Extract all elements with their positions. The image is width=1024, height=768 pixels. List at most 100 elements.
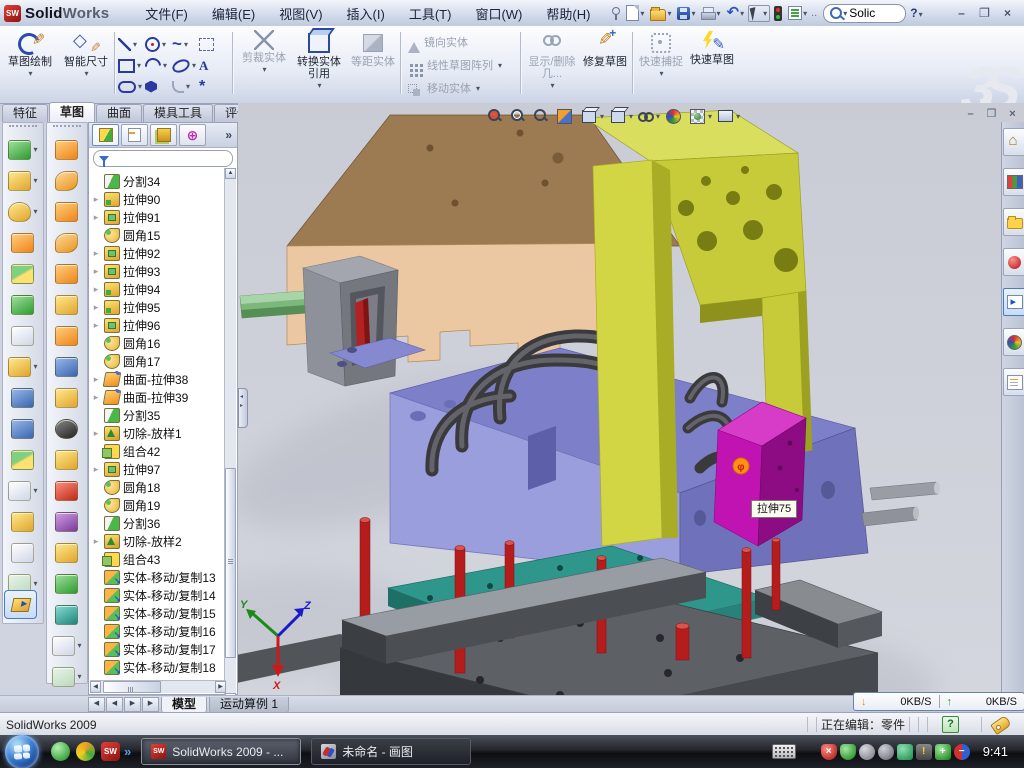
- doc-restore-button[interactable]: ❐: [983, 108, 1000, 122]
- command-tab[interactable]: 特征: [2, 104, 48, 122]
- knit-surface-icon[interactable]: [47, 382, 87, 413]
- feature-tree-item[interactable]: 实体-移动/复制18: [91, 658, 237, 676]
- rapid-sketch-button[interactable]: 快速草图: [688, 30, 736, 66]
- feature-tree-item[interactable]: 分割36: [91, 514, 237, 532]
- propertymanager-tab[interactable]: [121, 124, 148, 146]
- smart-dimension-button[interactable]: 智能尺寸▾: [60, 30, 112, 78]
- custom-properties-tab[interactable]: [1003, 368, 1024, 396]
- tree-filter-input[interactable]: [93, 150, 233, 167]
- extend-surface-icon[interactable]: [47, 165, 87, 196]
- hscroll-thumb[interactable]: [103, 681, 161, 693]
- new-document-button[interactable]: ▾: [624, 4, 646, 22]
- minimize-button[interactable]: –: [953, 6, 970, 21]
- polygon-icon[interactable]: [145, 76, 172, 97]
- scroll-thumb[interactable]: [225, 468, 236, 658]
- circle-icon[interactable]: ▾: [145, 34, 172, 55]
- model-tab-first-button[interactable]: ◀: [88, 697, 105, 712]
- panel-overflow-chevron[interactable]: »: [225, 128, 234, 142]
- feature-tree-item[interactable]: ▸ 切除-放样1: [91, 424, 237, 442]
- dimxpertmanager-tab[interactable]: ⊕: [179, 124, 206, 146]
- offset-entities-button[interactable]: 等距实体: [350, 30, 396, 68]
- messenger-quicklaunch-icon[interactable]: [51, 742, 70, 761]
- feature-tree-item[interactable]: 实体-移动/复制15: [91, 604, 237, 622]
- viewport-3d[interactable]: φ: [238, 103, 1024, 695]
- quick-snaps-button[interactable]: 快速捕捉▾: [638, 30, 684, 78]
- feature-tree-item[interactable]: ▸ 拉伸94: [91, 280, 237, 298]
- feature-tree-item[interactable]: 圆角19: [91, 496, 237, 514]
- pin-toolbar-button[interactable]: [608, 5, 622, 21]
- trim-entities-button[interactable]: 剪裁实体▾: [240, 30, 288, 74]
- options-button[interactable]: ▾: [786, 5, 809, 21]
- zoom-to-fit-icon[interactable]: [486, 107, 506, 125]
- input-method-keyboard-icon[interactable]: [772, 744, 796, 759]
- extruded-cut-icon[interactable]: [3, 258, 43, 289]
- undercut-analysis-icon[interactable]: [47, 475, 87, 506]
- scroll-right-button[interactable]: ▶: [215, 681, 226, 693]
- expand-arrow[interactable]: ▸: [91, 464, 101, 475]
- feature-tree-item[interactable]: 实体-移动/复制13: [91, 568, 237, 586]
- display-delete-relations-button[interactable]: 显示/删除几...▾: [526, 30, 578, 90]
- mirror-entities-button[interactable]: 镜向实体: [408, 32, 468, 52]
- feature-tree-item[interactable]: 圆角16: [91, 334, 237, 352]
- feature-tree-item[interactable]: 圆角18: [91, 478, 237, 496]
- linear-pattern-icon[interactable]: ▾: [3, 351, 43, 382]
- axis-icon[interactable]: [3, 537, 43, 568]
- feature-tree-item[interactable]: 圆角15: [91, 226, 237, 244]
- feature-tree-item[interactable]: ▸ 拉伸96: [91, 316, 237, 334]
- zoom-to-area-icon[interactable]: [509, 107, 529, 125]
- expand-arrow[interactable]: ▸: [91, 284, 101, 295]
- straight-slot-icon[interactable]: ▾: [118, 76, 145, 97]
- expand-arrow[interactable]: ▸: [91, 320, 101, 331]
- parting-lines-icon[interactable]: [47, 506, 87, 537]
- feature-tree-item[interactable]: 圆角17: [91, 352, 237, 370]
- previous-view-icon[interactable]: [532, 107, 552, 125]
- feature-tree-item[interactable]: 实体-移动/复制14: [91, 586, 237, 604]
- revolved-boss-icon[interactable]: ▾: [3, 165, 43, 196]
- featuremanager-tab[interactable]: [92, 124, 119, 146]
- repair-sketch-button[interactable]: ✎ 修复草图: [582, 30, 628, 68]
- feature-tree-item[interactable]: ▸ 拉伸95: [91, 298, 237, 316]
- close-button[interactable]: ×: [999, 6, 1016, 21]
- ellipse-icon[interactable]: ▾: [172, 55, 199, 76]
- tree-vertical-scrollbar[interactable]: ▲ ▼: [224, 168, 236, 704]
- ruled-surface-icon[interactable]: [47, 351, 87, 382]
- menu-item[interactable]: 窗口(W): [463, 1, 534, 26]
- taskbar-window-button[interactable]: SW SolidWorks 2009 - ...: [141, 738, 301, 765]
- network-warning-icon[interactable]: !: [916, 744, 932, 760]
- feature-tree-item[interactable]: ▸ 曲面-拉伸38: [91, 370, 237, 388]
- feature-tree-item[interactable]: ▸ 拉伸92: [91, 244, 237, 262]
- help-button[interactable]: ?▾: [908, 6, 924, 20]
- plane-icon[interactable]: [3, 506, 43, 537]
- revolved-cut-icon[interactable]: [3, 289, 43, 320]
- expand-arrow[interactable]: ▸: [91, 266, 101, 277]
- save-button[interactable]: ▾: [675, 6, 697, 21]
- solidworks-quicklaunch-icon[interactable]: SW: [101, 742, 120, 761]
- restore-button[interactable]: ❐: [976, 6, 993, 21]
- select-tool-button[interactable]: ▾: [748, 5, 770, 22]
- health-shield-icon[interactable]: +: [935, 744, 951, 760]
- chamfer-icon[interactable]: [3, 227, 43, 258]
- display-style-icon[interactable]: ▾: [608, 107, 634, 126]
- antivirus-shield-icon[interactable]: ×: [821, 744, 837, 760]
- selection-box-icon[interactable]: [199, 34, 226, 55]
- shut-off-surfaces-icon[interactable]: [47, 537, 87, 568]
- launcher-quicklaunch-icon[interactable]: [76, 742, 95, 761]
- document-tab[interactable]: 模型: [161, 697, 207, 713]
- mold-curves-icon[interactable]: ▾: [47, 661, 87, 692]
- feature-tree-item[interactable]: ▸ 拉伸91: [91, 208, 237, 226]
- menu-item[interactable]: 工具(T): [397, 1, 464, 26]
- core-icon[interactable]: ▾: [47, 630, 87, 661]
- command-tab[interactable]: 曲面: [96, 104, 142, 122]
- expand-arrow[interactable]: ▸: [91, 212, 101, 223]
- extruded-boss-icon[interactable]: ▾: [3, 134, 43, 165]
- model-tab-last-button[interactable]: ▶: [142, 697, 159, 712]
- expand-arrow[interactable]: ▸: [91, 302, 101, 313]
- feature-tree-item[interactable]: ▸ 拉伸97: [91, 460, 237, 478]
- expand-arrow[interactable]: ▸: [91, 536, 101, 547]
- view-orientation-icon[interactable]: ▾: [579, 107, 605, 126]
- feature-tree-item[interactable]: ▸ 拉伸90: [91, 190, 237, 208]
- doc-close-button[interactable]: ×: [1004, 108, 1021, 122]
- search-tab[interactable]: [1003, 248, 1024, 276]
- parting-surfaces-icon[interactable]: [47, 568, 87, 599]
- edit-appearance-icon[interactable]: [664, 107, 685, 126]
